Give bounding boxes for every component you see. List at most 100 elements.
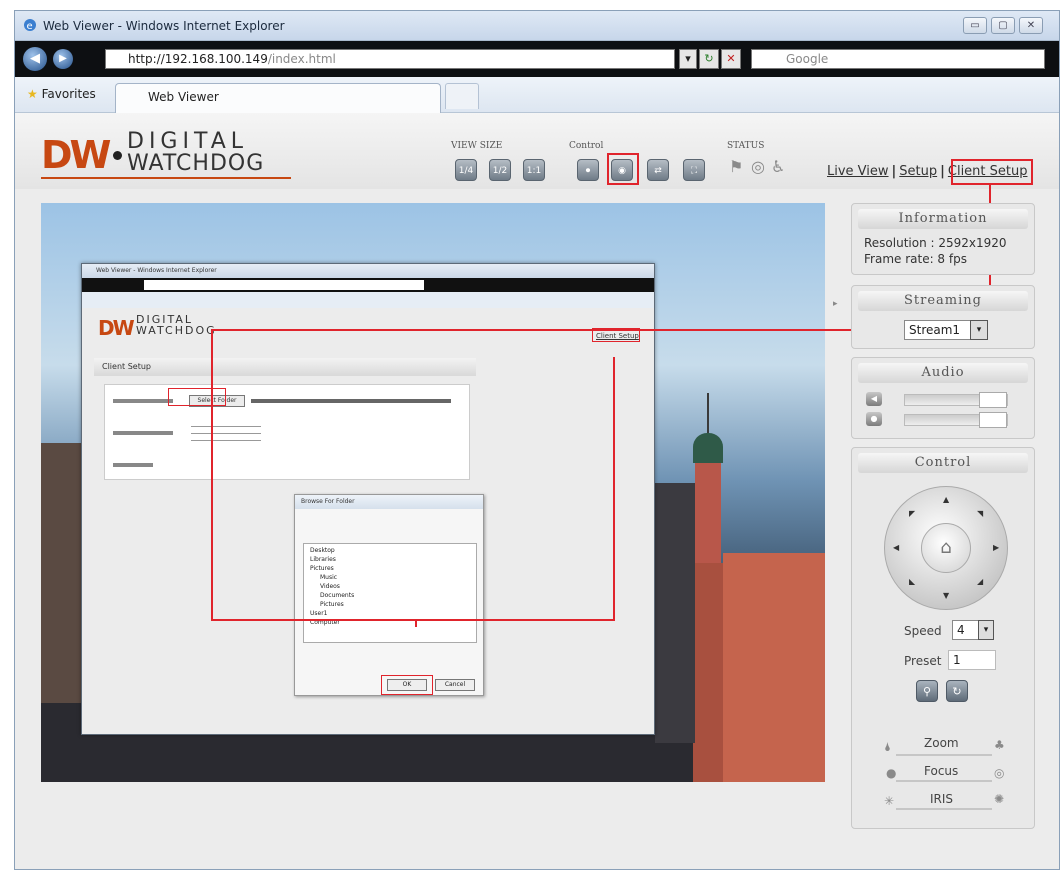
tree-item: User1 <box>310 610 328 617</box>
speed-value: 4 <box>957 623 965 637</box>
inner-cancel-button: Cancel <box>435 679 475 691</box>
up-arrow-icon[interactable]: ▲ <box>943 495 949 504</box>
title-bar: e Web Viewer - Windows Internet Explorer… <box>15 11 1059 41</box>
ptz-icon[interactable]: ⇄ <box>647 159 669 181</box>
iris-track[interactable] <box>896 808 992 810</box>
svg-text:e: e <box>27 21 33 32</box>
building-right <box>655 483 695 743</box>
minimize-icon[interactable]: ▭ <box>963 17 987 34</box>
logo-underline <box>41 177 291 179</box>
fullscreen-icon[interactable]: ⛶ <box>683 159 705 181</box>
slider-thumb[interactable] <box>979 412 1007 428</box>
streaming-title: Streaming <box>858 291 1028 311</box>
zoom-out-icon[interactable]: 🌢 <box>884 740 891 755</box>
maximize-icon[interactable]: ▢ <box>991 17 1015 34</box>
speaker-volume-slider[interactable] <box>904 392 1008 408</box>
chevron-down-icon[interactable]: ▾ <box>978 620 994 640</box>
inner-screenshot: Web Viewer - Windows Internet Explorer D… <box>81 263 655 735</box>
live-video-view[interactable]: Web Viewer - Windows Internet Explorer D… <box>41 203 825 782</box>
favorites-button[interactable]: ★ Favorites <box>27 87 96 101</box>
address-bar-row: ◀ ▶ http://192.168.100.149/index.html ▾ … <box>15 41 1059 77</box>
preset-set-icon[interactable]: ↻ <box>946 680 968 702</box>
view-full-button[interactable]: 1:1 <box>523 159 545 181</box>
home-icon[interactable]: ⌂ <box>921 523 971 573</box>
favorites-label: Favorites <box>41 87 96 101</box>
tab-web-viewer[interactable]: Web Viewer <box>115 83 441 113</box>
iris-close-icon[interactable]: ✳ <box>884 794 894 808</box>
view-half-button[interactable]: 1/2 <box>489 159 511 181</box>
chevron-down-icon[interactable]: ▾ <box>970 320 988 340</box>
search-icon[interactable]: ⌕ <box>1029 51 1036 66</box>
right-arrow-icon[interactable]: ▶ <box>993 543 999 552</box>
view-quarter-button[interactable]: 1/4 <box>455 159 477 181</box>
up-right-arrow-icon[interactable]: ◥ <box>977 509 983 518</box>
ie-icon: e <box>23 18 37 35</box>
inner-page: DW DIGITAL WATCHDOG Client Setup Client S… <box>82 308 654 734</box>
browser-window: e Web Viewer - Windows Internet Explorer… <box>14 10 1060 870</box>
control-label: Control <box>569 141 604 151</box>
status-person-icon: ♿ <box>771 157 786 176</box>
nav-separator: | <box>940 164 945 179</box>
nav-separator: | <box>891 164 897 179</box>
down-arrow-icon[interactable]: ▼ <box>943 591 949 600</box>
tree-item: Documents <box>320 592 355 599</box>
digital-watchdog-logo: DW DIGITAL WATCHDOG <box>41 129 301 179</box>
microphone-icon[interactable]: ● <box>866 412 882 426</box>
tree-item: Desktop <box>310 547 335 554</box>
control-title: Control <box>858 453 1028 473</box>
left-arrow-icon[interactable]: ◀ <box>893 543 899 552</box>
inner-dialog-title: Browse For Folder <box>295 495 483 509</box>
favorites-bar: ★ Favorites Web Viewer <box>15 77 1059 113</box>
zoom-track[interactable] <box>896 754 992 756</box>
focus-label: Focus <box>924 764 959 778</box>
mic-volume-slider[interactable] <box>904 412 1008 428</box>
streaming-panel: Streaming Stream1 ▾ <box>851 285 1035 349</box>
forward-icon[interactable]: ▶ <box>53 49 73 69</box>
slider-thumb[interactable] <box>979 392 1007 408</box>
inner-logo-text: DIGITAL WATCHDOG <box>136 314 217 336</box>
setup-link[interactable]: Setup <box>899 164 937 179</box>
iris-open-icon[interactable]: ✺ <box>994 792 1004 806</box>
frame-rate-text: Frame rate: 8 fps <box>864 252 967 266</box>
information-title: Information <box>858 209 1028 229</box>
back-icon[interactable]: ◀ <box>23 47 47 71</box>
tab-label: Web Viewer <box>148 90 219 104</box>
live-view-link[interactable]: Live View <box>827 164 889 179</box>
inner-url <box>144 280 424 290</box>
status-motion-icon: ◎ <box>751 157 765 176</box>
speed-label: Speed <box>904 624 942 638</box>
speaker-icon[interactable]: ◀ <box>866 392 882 406</box>
connector-line <box>211 329 213 621</box>
star-icon: ★ <box>27 87 38 101</box>
close-icon[interactable]: ✕ <box>1019 17 1043 34</box>
inner-panel-title: Client Setup <box>94 358 476 376</box>
new-tab-button[interactable] <box>445 83 479 109</box>
stream-select[interactable]: Stream1 ▾ <box>904 320 988 340</box>
speed-select[interactable]: 4 ▾ <box>952 620 994 640</box>
preset-go-icon[interactable]: ⚲ <box>916 680 938 702</box>
up-left-arrow-icon[interactable]: ◤ <box>909 509 915 518</box>
view-size-label: VIEW SIZE <box>451 141 503 151</box>
url-path: /index.html <box>267 52 336 66</box>
preset-input[interactable]: 1 <box>948 650 996 670</box>
ptz-direction-pad[interactable]: ▲ ▼ ◀ ▶ ◤ ◥ ◣ ◢ ⌂ <box>884 486 1008 610</box>
focus-track[interactable] <box>896 780 992 782</box>
focus-near-icon[interactable]: ● <box>886 766 896 780</box>
refresh-icon[interactable]: ↻ <box>699 49 719 69</box>
stop-icon[interactable]: ✕ <box>721 49 741 69</box>
status-alarm-icon: ⚑ <box>729 157 744 176</box>
connector-line <box>613 357 615 621</box>
client-setup-highlight <box>951 159 1033 185</box>
down-right-arrow-icon[interactable]: ◢ <box>977 577 983 586</box>
focus-far-icon[interactable]: ◎ <box>994 766 1004 780</box>
panel-collapse-icon[interactable]: ▸ <box>833 299 838 309</box>
down-left-arrow-icon[interactable]: ◣ <box>909 577 915 586</box>
tree-item: Libraries <box>310 556 336 563</box>
inner-favorites-bar <box>82 292 654 308</box>
zoom-in-icon[interactable]: ♣ <box>994 738 1005 752</box>
search-field[interactable]: Google <box>751 49 1045 69</box>
url-field[interactable]: http://192.168.100.149/index.html <box>105 49 675 69</box>
search-placeholder: Google <box>786 52 829 66</box>
record-icon[interactable]: ⏺ <box>577 159 599 181</box>
dropdown-icon[interactable]: ▾ <box>679 49 697 69</box>
